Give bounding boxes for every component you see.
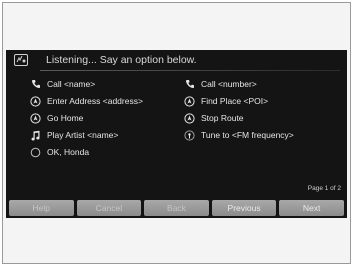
help-button[interactable]: Help <box>9 200 74 216</box>
music-note-icon <box>30 130 41 141</box>
option-go-home[interactable]: Go Home <box>30 111 83 125</box>
navigation-icon <box>184 112 195 124</box>
previous-button[interactable]: Previous <box>211 200 277 216</box>
navigation-icon <box>30 95 41 107</box>
back-button[interactable]: Back <box>144 200 209 216</box>
listening-prompt: Listening... Say an option below. <box>46 54 197 66</box>
title-bar: Listening... Say an option below. <box>6 50 347 70</box>
option-ok-honda[interactable]: OK, Honda <box>30 145 89 159</box>
voice-command-icon <box>12 53 30 67</box>
option-find-place[interactable]: Find Place <POI> <box>184 94 268 108</box>
option-stop-route[interactable]: Stop Route <box>184 111 244 125</box>
option-play-artist[interactable]: Play Artist <name> <box>30 128 118 142</box>
option-enter-address[interactable]: Enter Address <address> <box>30 94 143 108</box>
navigation-icon <box>184 95 195 107</box>
option-call-name[interactable]: Call <name> <box>30 77 95 91</box>
page-indicator: Page 1 of 2 <box>307 185 341 192</box>
voice-command-screen: Listening... Say an option below. Call <… <box>6 50 347 218</box>
next-button[interactable]: Next <box>279 200 344 216</box>
title-divider <box>40 70 340 71</box>
phone-icon <box>184 79 195 90</box>
button-bar: Help Cancel Back Previous Next <box>6 200 347 218</box>
option-tune-fm[interactable]: Tune to <FM frequency> <box>184 128 294 142</box>
voice-ring-icon <box>30 147 41 158</box>
phone-icon <box>30 79 41 90</box>
navigation-icon <box>30 112 41 124</box>
option-call-number[interactable]: Call <number> <box>184 77 257 91</box>
radio-icon <box>184 129 195 141</box>
cancel-button[interactable]: Cancel <box>76 200 142 216</box>
